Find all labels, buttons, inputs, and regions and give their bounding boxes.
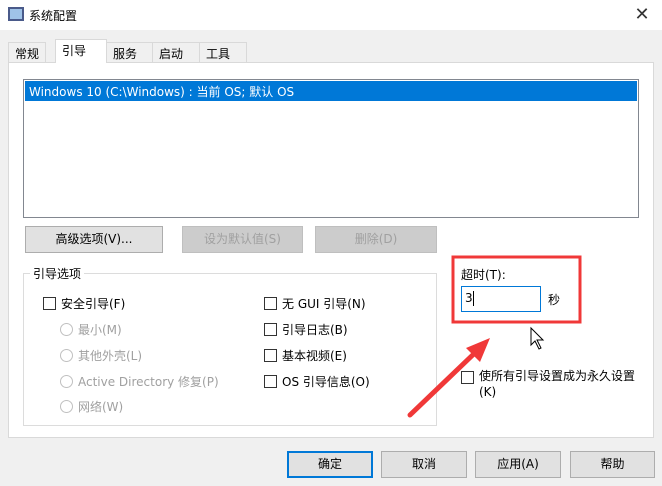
highlight-box <box>451 255 582 324</box>
arrow-shaft <box>407 345 483 418</box>
tab-boot[interactable]: 引导 <box>55 39 107 63</box>
mouse-cursor-icon <box>530 326 545 350</box>
annotation-overlay <box>407 255 582 418</box>
